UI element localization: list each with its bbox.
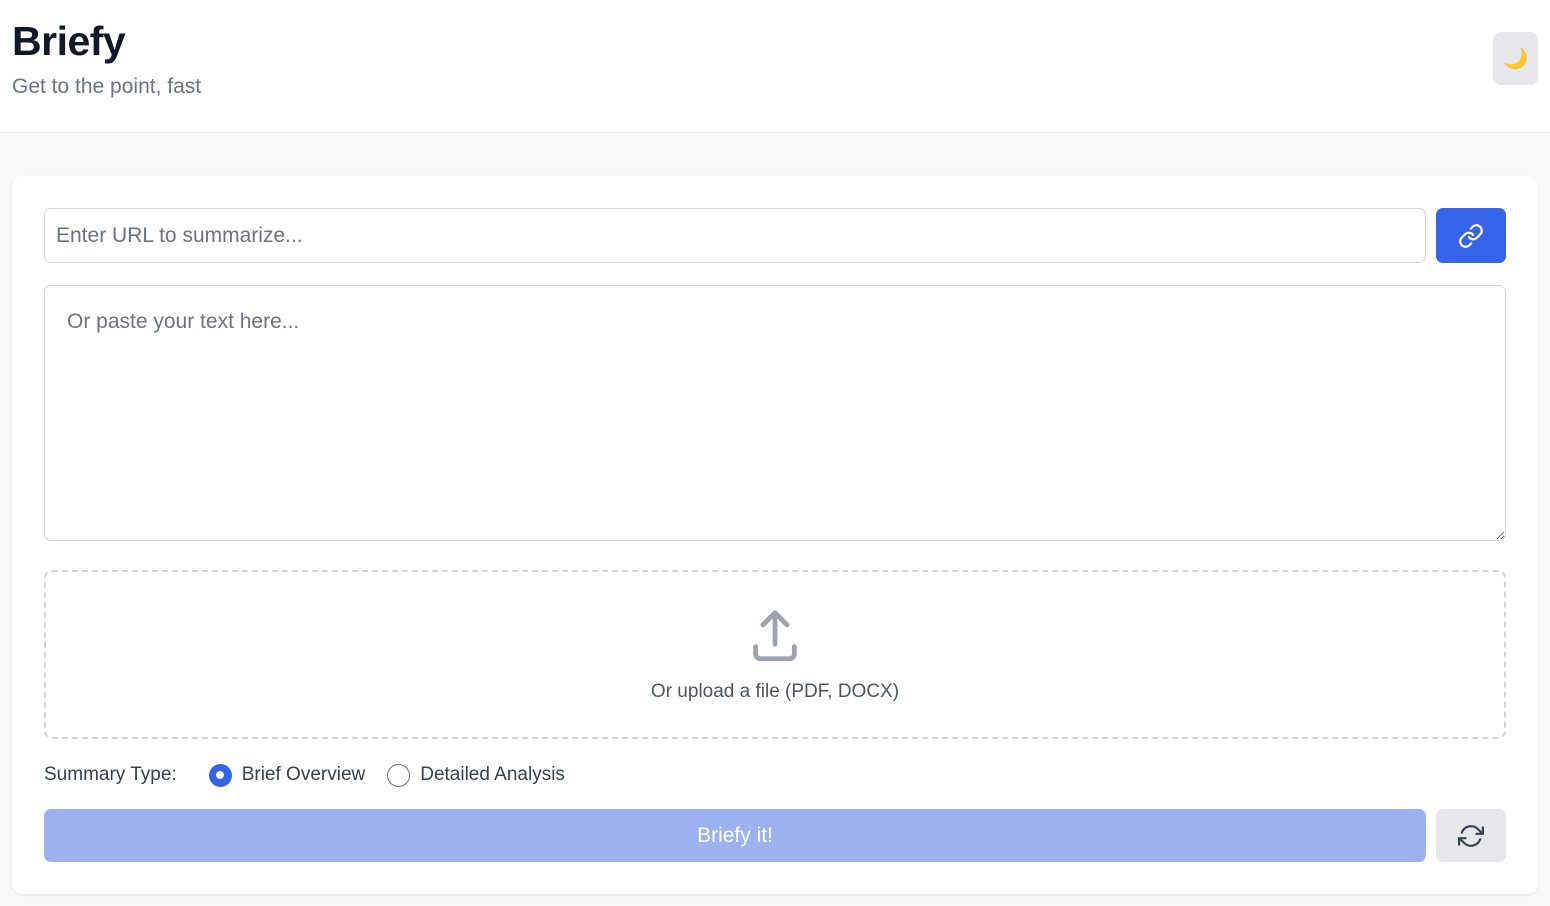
link-icon: [1459, 223, 1483, 248]
theme-toggle-button[interactable]: 🌙: [1493, 32, 1538, 85]
radio-label-detailed-analysis: Detailed Analysis: [420, 764, 565, 785]
upload-label: Or upload a file (PDF, DOCX): [650, 681, 900, 702]
upload-icon: [745, 607, 805, 667]
file-upload-dropzone[interactable]: Or upload a file (PDF, DOCX): [44, 570, 1506, 739]
summary-type-label: Summary Type:: [44, 764, 177, 785]
radio-brief-overview[interactable]: Brief Overview: [208, 763, 366, 787]
reset-button[interactable]: [1436, 809, 1506, 862]
summarizer-card: Or upload a file (PDF, DOCX) Summary Typ…: [12, 176, 1538, 894]
summarize-url-button[interactable]: [1436, 208, 1506, 263]
radio-unchecked-icon[interactable]: [387, 763, 411, 787]
radio-detailed-analysis[interactable]: Detailed Analysis: [387, 763, 565, 787]
app-subtitle: Get to the point, fast: [12, 75, 202, 98]
briefy-submit-button[interactable]: Briefy it!: [44, 809, 1426, 862]
summary-type-group: Summary Type: Brief Overview Detailed An…: [44, 761, 587, 789]
text-input-area[interactable]: [44, 285, 1506, 541]
app-header: Briefy Get to the point, fast 🌙: [0, 0, 1550, 133]
moon-icon: 🌙: [1503, 48, 1528, 70]
radio-label-brief-overview: Brief Overview: [241, 764, 366, 785]
url-input[interactable]: [44, 208, 1426, 263]
refresh-icon: [1458, 824, 1484, 847]
app-title: Briefy: [12, 18, 126, 64]
radio-checked-icon[interactable]: [208, 763, 232, 787]
